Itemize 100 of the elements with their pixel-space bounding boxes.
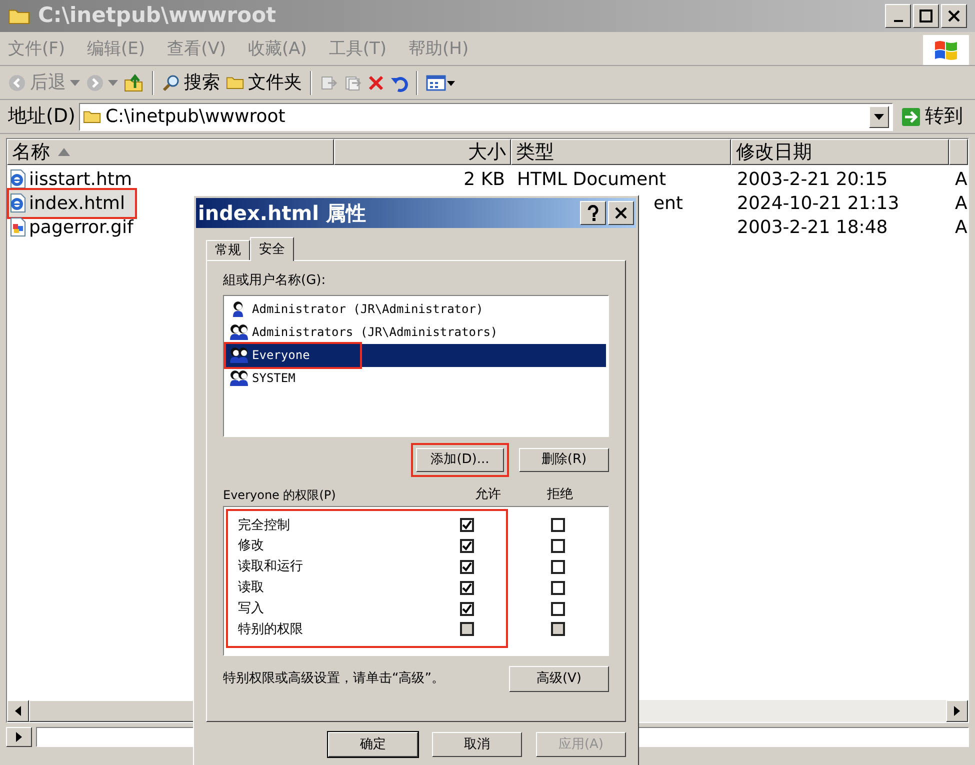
table-cell: 2 KB — [464, 168, 505, 190]
checkbox[interactable] — [460, 602, 474, 616]
user-item[interactable]: Administrator (JR\Administrator) — [226, 298, 488, 320]
caret-icon[interactable] — [108, 80, 118, 86]
views-icon — [426, 74, 456, 92]
dropdown-button[interactable] — [869, 106, 889, 128]
column-header[interactable]: 名称 — [7, 139, 334, 165]
file-item[interactable]: pagerror.gif — [9, 214, 144, 240]
permission-name: 修改 — [237, 537, 265, 556]
column-heading: 拒绝 — [546, 486, 574, 504]
permission-name: 完全控制 — [237, 516, 291, 535]
up-button[interactable] — [124, 74, 144, 92]
web-page-icon — [9, 193, 27, 213]
dialog-button[interactable]: 取消 — [432, 732, 522, 757]
checkbox[interactable] — [551, 560, 565, 574]
users-icon — [230, 323, 250, 341]
column-heading: 允许 — [474, 486, 502, 504]
permission-name: 写入 — [237, 600, 265, 618]
add-button[interactable]: 添加(D)... — [416, 448, 504, 472]
address-field[interactable]: C:\inetpub\wwwroot — [79, 102, 893, 130]
help-button[interactable] — [580, 201, 606, 225]
users-label: 組或用户名称(G): — [223, 272, 327, 290]
user-item[interactable]: SYSTEM — [226, 366, 300, 390]
column-header[interactable] — [949, 139, 968, 165]
check-icon — [462, 604, 472, 614]
column-header[interactable]: 大小 — [334, 139, 511, 165]
user-item[interactable]: Administrators (JR\Administrators) — [226, 320, 502, 344]
tab[interactable]: 常规 — [206, 240, 250, 260]
close-icon — [614, 206, 628, 220]
close-icon — [947, 9, 961, 23]
close-button[interactable] — [941, 4, 967, 28]
image-file-icon — [9, 217, 27, 237]
table-cell: A — [955, 192, 968, 214]
scroll-right-button[interactable] — [946, 700, 968, 722]
table-cell: A — [955, 168, 968, 190]
windows-logo-icon — [933, 38, 959, 60]
permissions-label: Everyone 的权限(P) — [223, 487, 337, 504]
file-item[interactable]: index.html — [9, 190, 135, 216]
right-arrow-icon — [16, 732, 22, 742]
permission-name: 读取 — [237, 579, 265, 598]
folder-icon — [83, 109, 102, 124]
check-icon — [462, 541, 472, 552]
checkbox[interactable] — [551, 539, 565, 554]
dialog-title: index.html 属性 — [198, 200, 367, 227]
folders-button[interactable]: 文件夹 — [226, 69, 302, 96]
dialog-button[interactable]: 确定 — [328, 732, 418, 757]
checkbox[interactable] — [460, 518, 474, 532]
advanced-note: 特别权限或高级设置，请单击“高级”。 — [223, 670, 446, 688]
up-folder-icon — [124, 74, 144, 92]
views-button[interactable] — [426, 74, 456, 92]
scroll-left-button[interactable] — [7, 700, 29, 722]
web-page-icon — [9, 169, 27, 189]
checkbox[interactable] — [460, 580, 474, 595]
window-title: C:\inetpub\wwwroot — [38, 2, 278, 30]
table-cell: ent — [653, 192, 683, 214]
table-cell: A — [955, 216, 968, 238]
address-label: 地址(D) — [8, 104, 76, 130]
help-icon — [587, 205, 599, 221]
column-header[interactable]: 类型 — [511, 139, 731, 165]
file-item[interactable]: iisstart.htm — [9, 166, 142, 192]
users-icon — [230, 369, 250, 387]
column-header[interactable]: 修改日期 — [731, 139, 949, 165]
checkbox[interactable] — [460, 560, 474, 574]
users-icon — [230, 346, 250, 364]
right-arrow-icon — [954, 706, 960, 716]
check-icon — [462, 582, 472, 593]
checkbox[interactable] — [551, 602, 565, 616]
permission-name: 读取和运行 — [237, 558, 304, 576]
folder-icon — [226, 75, 244, 90]
search-icon — [162, 74, 180, 92]
delete-icon — [368, 74, 384, 90]
search-button[interactable]: 搜索 — [162, 69, 220, 96]
minimize-icon — [894, 20, 902, 22]
checkbox[interactable] — [460, 539, 474, 554]
close-button[interactable] — [608, 201, 634, 225]
minimize-button[interactable] — [885, 4, 911, 28]
folder-icon — [8, 7, 30, 25]
tab[interactable]: 安全 — [250, 237, 294, 261]
status-arrow-button[interactable] — [6, 727, 32, 747]
permission-name: 特别的权限 — [237, 620, 304, 639]
maximize-icon — [919, 9, 933, 23]
caret-icon — [874, 114, 884, 120]
left-arrow-icon — [15, 706, 21, 716]
checkbox[interactable] — [551, 518, 565, 532]
remove-button[interactable]: 删除(R) — [519, 448, 609, 472]
caret-icon[interactable] — [70, 80, 80, 86]
check-icon — [462, 520, 472, 530]
advanced-button[interactable]: 高级(V) — [509, 666, 609, 692]
users-list[interactable]: Administrator (JR\Administrator) Administrators (JR\Administrators) Everyone SYSTEM — [223, 294, 609, 436]
table-cell: 2003-2-21 20:15 — [737, 168, 888, 190]
maximize-button[interactable] — [913, 4, 939, 28]
go-button[interactable]: 转到 — [897, 102, 967, 131]
check-icon — [462, 562, 472, 572]
copy-to-icon — [344, 74, 362, 92]
move-to-icon — [320, 74, 338, 92]
table-cell: HTML Document — [517, 168, 666, 190]
table-cell: 2003-2-21 18:48 — [737, 216, 888, 238]
checkbox[interactable] — [551, 580, 565, 595]
table-cell: 2024-10-21 21:13 — [737, 192, 900, 214]
delete-button[interactable] — [368, 74, 384, 90]
